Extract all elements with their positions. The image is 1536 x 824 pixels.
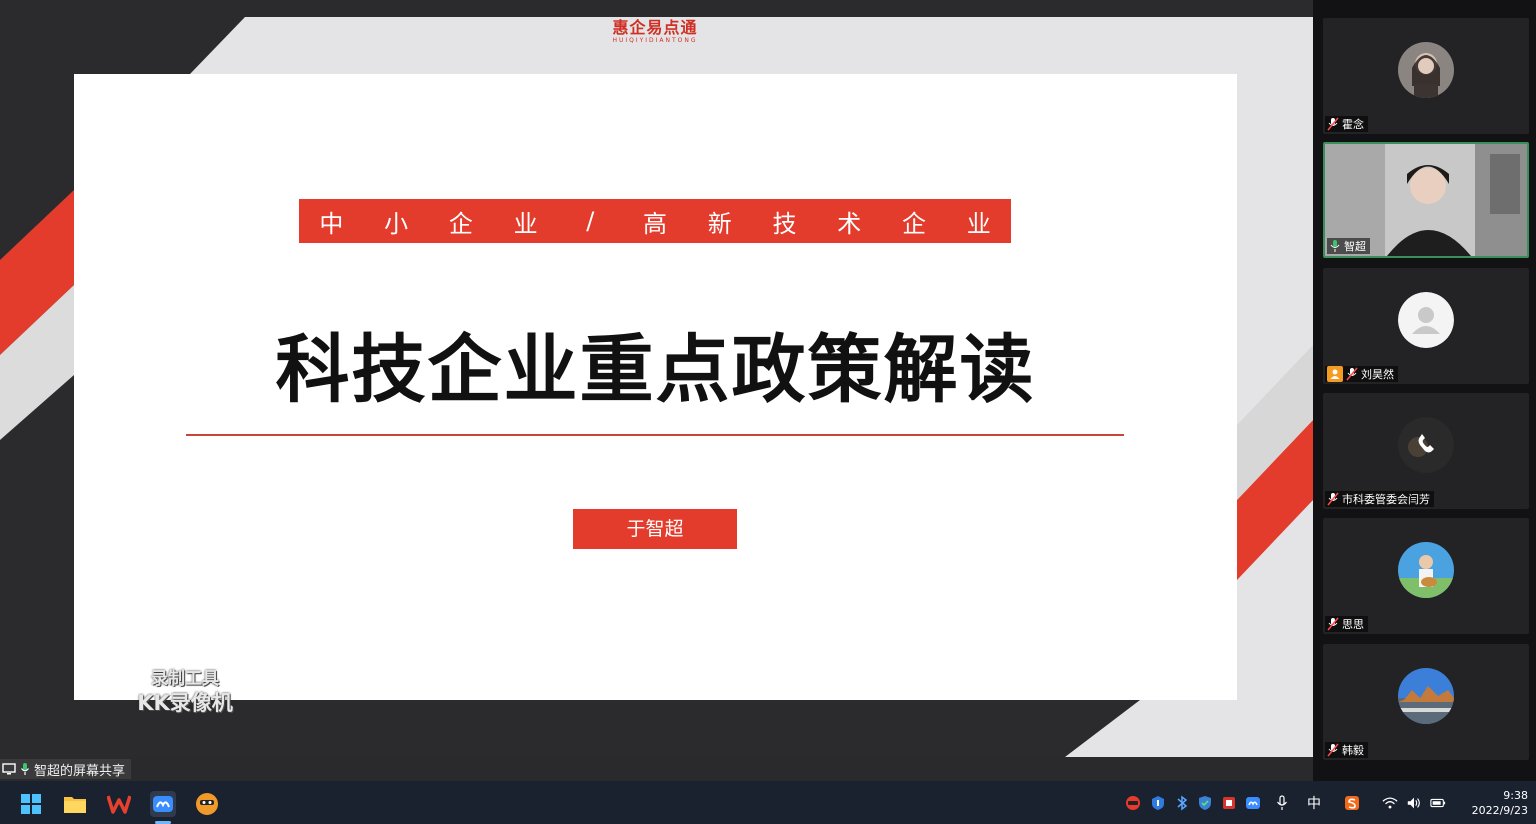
security-icon[interactable]: [1197, 795, 1213, 811]
subtitle-char: 企: [448, 209, 473, 238]
start-icon[interactable]: [18, 791, 44, 817]
kk-recorder-icon[interactable]: [194, 791, 220, 817]
screen-share-icon: [2, 763, 16, 775]
participant-namebar: 刘昊然: [1325, 366, 1398, 382]
participant-name: 市科委管委会闫芳: [1342, 493, 1430, 506]
sogou-icon[interactable]: [1344, 795, 1360, 811]
tray-app-icon[interactable]: [1150, 795, 1166, 811]
share-status-bar: 智超的屏幕共享: [0, 757, 1313, 781]
watermark-line2: KK录像机: [137, 691, 233, 715]
participant-tile[interactable]: 霍念: [1323, 18, 1529, 134]
default-avatar-icon: [1398, 292, 1454, 348]
subtitle-char: 业: [513, 209, 538, 238]
participant-namebar: 思思: [1325, 616, 1368, 632]
screen-share-text: 智超的屏幕共享: [34, 763, 126, 779]
mic-muted-icon: [1327, 743, 1339, 757]
red-app-icon[interactable]: [1221, 795, 1237, 811]
subtitle-char: 高: [643, 209, 668, 238]
participant-tile[interactable]: 刘昊然: [1323, 268, 1529, 384]
subtitle-char: /: [586, 207, 595, 235]
participant-name: 智超: [1344, 240, 1366, 253]
participant-namebar: 韩毅: [1325, 742, 1368, 758]
screen-share-label[interactable]: 智超的屏幕共享: [0, 759, 132, 779]
shared-screen: 惠企易点通 HUIQIYIDIANTONG 中 小 企 业 / 高 新 技 术 …: [0, 0, 1313, 757]
bluetooth-icon[interactable]: [1174, 795, 1190, 811]
meeting-tray-icon[interactable]: [1245, 795, 1261, 811]
participant-name: 霍念: [1342, 118, 1364, 131]
battery-icon[interactable]: [1430, 795, 1446, 811]
mic-active-icon: [1330, 240, 1340, 252]
subtitle-char: 新: [707, 209, 732, 238]
title-divider: [186, 434, 1124, 436]
slide-title: 科技企业重点政策解读: [275, 327, 1036, 413]
participant-name: 思思: [1342, 618, 1364, 631]
mic-muted-icon: [1327, 117, 1339, 131]
brand-logo-en: HUIQIYIDIANTONG: [612, 37, 698, 44]
subtitle-char: 业: [966, 209, 991, 238]
participant-tile-active[interactable]: 智超: [1323, 142, 1529, 258]
participant-avatar: [1398, 42, 1454, 98]
mic-muted-icon: [1346, 367, 1358, 381]
participant-namebar: 智超: [1327, 238, 1370, 254]
watermark-line1: 录制工具: [151, 669, 219, 689]
subtitle-char: 技: [772, 209, 797, 238]
kk-tray-icon[interactable]: [1125, 795, 1141, 811]
subtitle-char: 中: [319, 209, 344, 238]
brand-logo-cn: 惠企易点通: [612, 18, 698, 37]
participant-namebar: 霍念: [1325, 116, 1368, 132]
subtitle-banner: 中 小 企 业 / 高 新 技 术 企 业: [299, 199, 1011, 243]
recorder-watermark: 录制工具 KK录像机: [126, 668, 244, 716]
ime-icon[interactable]: 中: [1307, 793, 1321, 813]
participant-avatar: [1398, 668, 1454, 724]
wps-icon[interactable]: [106, 791, 132, 817]
system-clock[interactable]: 9:38 2022/9/23: [1456, 788, 1528, 818]
phone-avatar-icon: [1398, 417, 1454, 473]
subtitle-char: 企: [901, 209, 926, 238]
slide-content: 中 小 企 业 / 高 新 技 术 企 业 科技企业重点政策解读 于智超: [74, 74, 1237, 700]
participant-avatar: [1398, 542, 1454, 598]
participant-gallery: 霍念 智超 刘昊然 市科委管委会闫芳 思思 韩毅: [1313, 0, 1536, 781]
tencent-meeting-icon[interactable]: [150, 791, 176, 817]
mic-muted-icon: [1327, 617, 1339, 631]
brand-logo: 惠企易点通 HUIQIYIDIANTONG: [600, 19, 710, 45]
file-explorer-icon[interactable]: [62, 791, 88, 817]
microphone-icon[interactable]: [1274, 795, 1290, 811]
participant-tile[interactable]: 思思: [1323, 518, 1529, 634]
wifi-icon[interactable]: [1382, 795, 1398, 811]
participant-tile[interactable]: 市科委管委会闫芳: [1323, 393, 1529, 509]
mic-active-icon: [21, 763, 29, 775]
clock-time: 9:38: [1503, 789, 1528, 802]
presenter-name: 于智超: [573, 509, 737, 549]
participant-namebar: 市科委管委会闫芳: [1325, 491, 1434, 507]
subtitle-char: 术: [837, 209, 862, 238]
host-icon: [1327, 366, 1343, 382]
participant-tile[interactable]: 韩毅: [1323, 644, 1529, 760]
participant-name: 刘昊然: [1361, 368, 1394, 381]
participant-name: 韩毅: [1342, 744, 1364, 757]
windows-taskbar: 中 9:38 2022/9/23: [0, 781, 1536, 824]
clock-date: 2022/9/23: [1471, 804, 1528, 817]
mic-muted-icon: [1327, 492, 1339, 506]
volume-icon[interactable]: [1406, 795, 1422, 811]
subtitle-char: 小: [384, 209, 409, 238]
